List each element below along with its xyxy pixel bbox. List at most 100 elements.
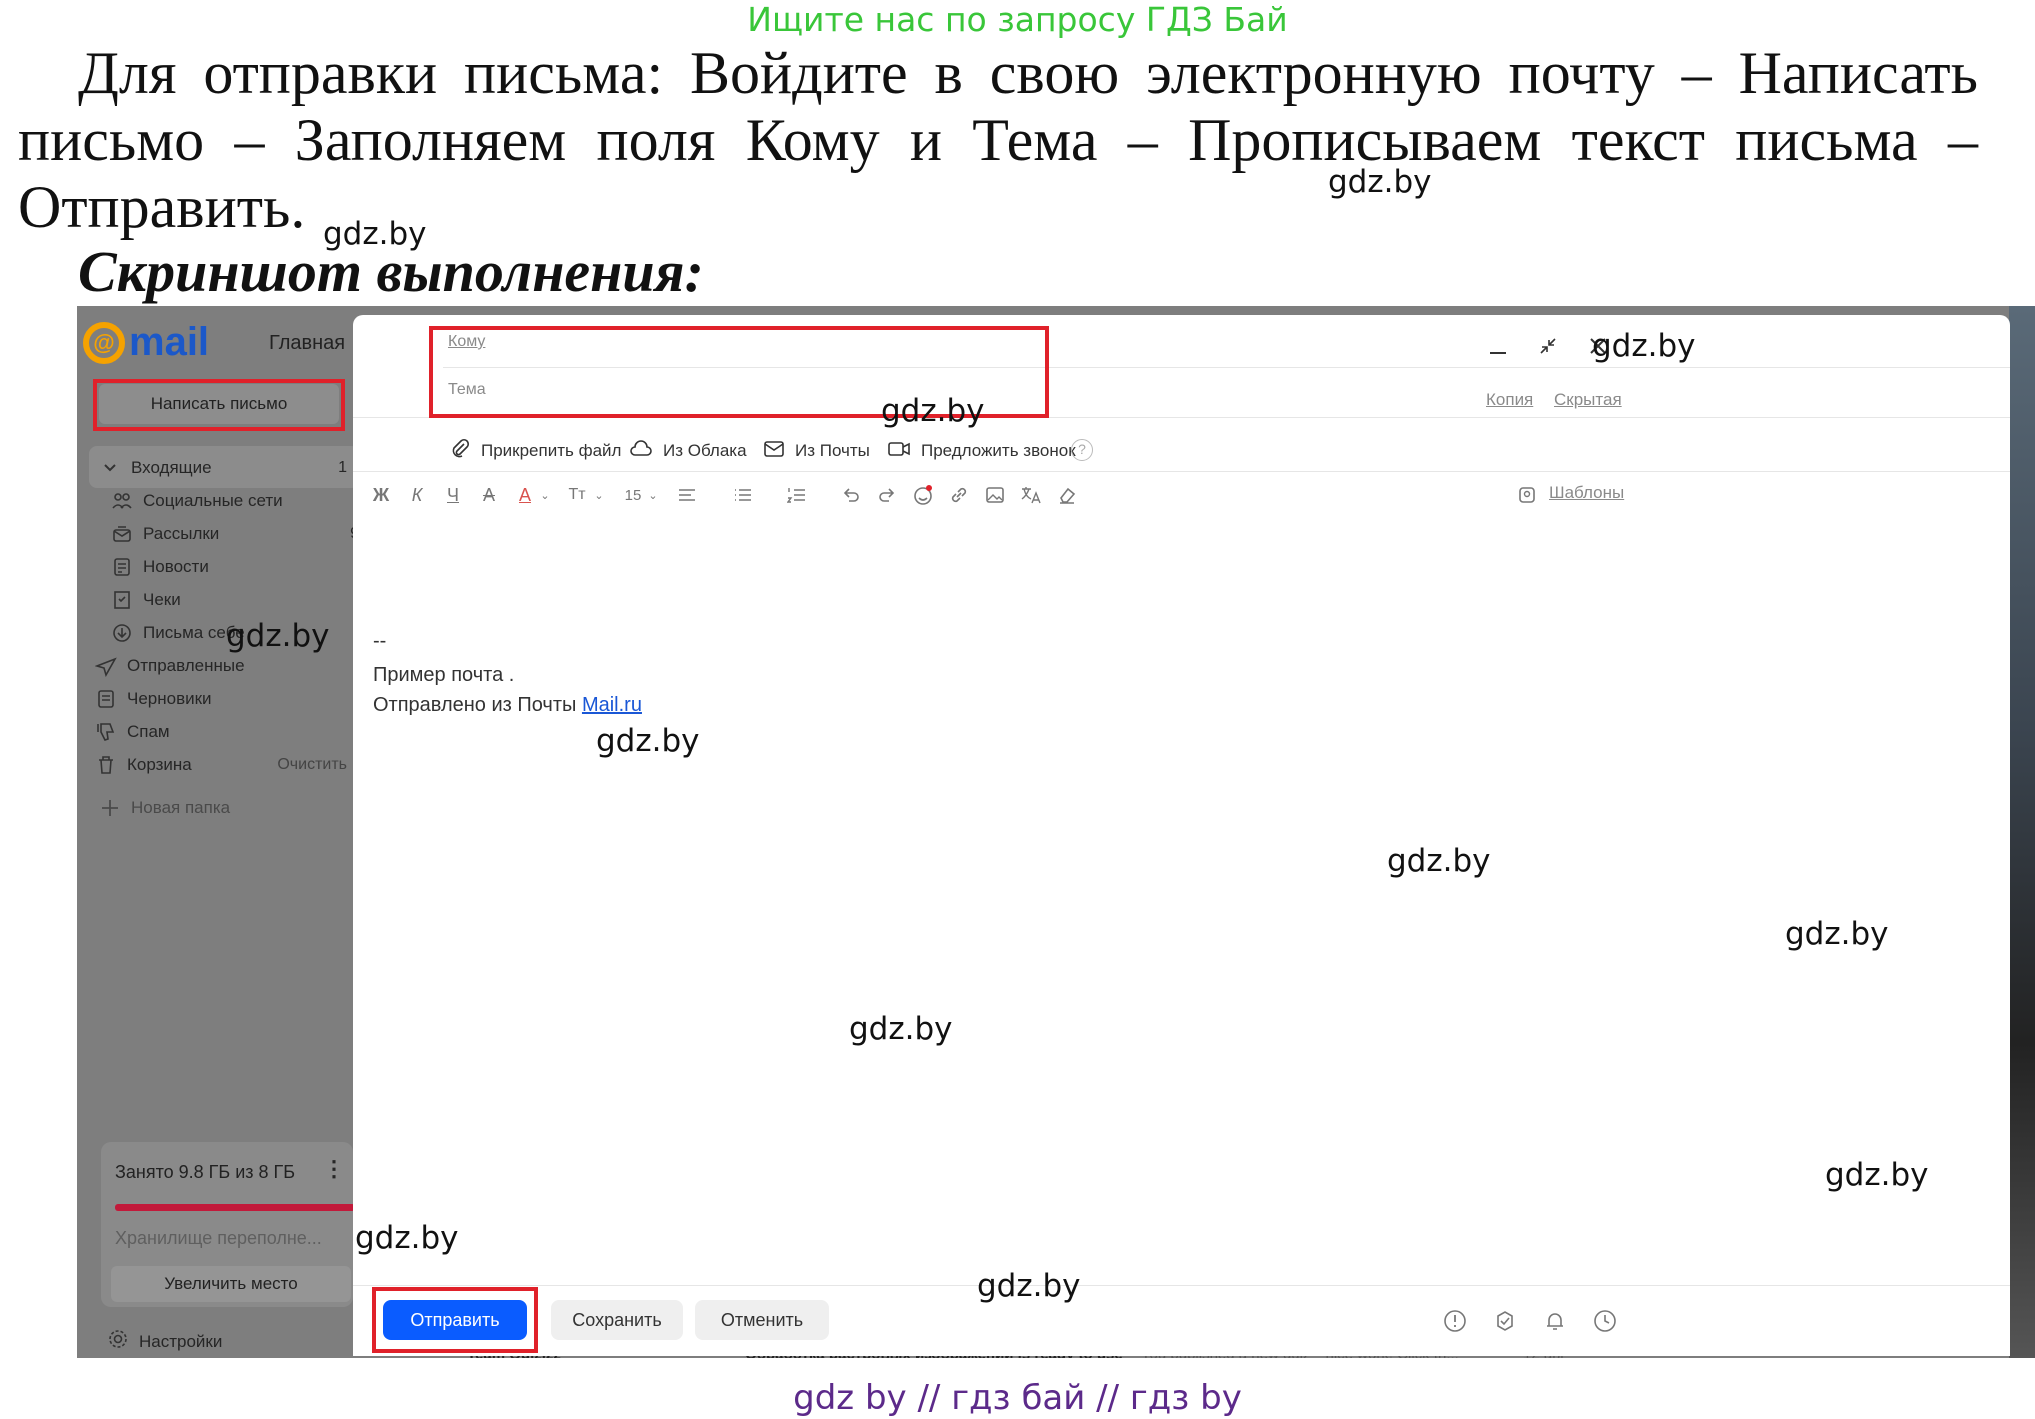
minimize-button[interactable]	[1481, 329, 1515, 363]
thumbs-down-icon	[95, 721, 117, 743]
save-button[interactable]: Сохранить	[551, 1300, 683, 1340]
schedule-button[interactable]	[1591, 1307, 1619, 1335]
clear-format-button[interactable]	[1055, 483, 1079, 507]
signature-dash: --	[373, 630, 387, 652]
folder-label: Отправленные	[127, 656, 245, 675]
send-highlight	[372, 1287, 538, 1353]
italic-button[interactable]: К	[405, 483, 429, 507]
help-icon[interactable]: ?	[1071, 439, 1093, 461]
watermark: gdz.by	[1592, 328, 1696, 364]
empty-trash-link[interactable]: Очистить	[277, 756, 347, 774]
align-button[interactable]	[675, 483, 699, 507]
from-mail-button[interactable]: Из Почты	[763, 433, 870, 469]
check-badge-icon	[1497, 1311, 1513, 1331]
people-icon	[111, 490, 133, 512]
folder-label: Спам	[127, 722, 170, 741]
link-icon	[951, 487, 967, 503]
eraser-icon	[1060, 487, 1076, 504]
from-cloud-button[interactable]: Из Облака	[629, 433, 747, 469]
background-window-strip	[2009, 306, 2035, 1358]
settings-label: Настройки	[139, 1331, 223, 1351]
sent-from-text: Отправлено из Почты	[373, 694, 582, 716]
mailru-link[interactable]: Mail.ru	[582, 694, 642, 716]
redo-icon	[879, 488, 895, 502]
storage-used: Занято 9.8 ГБ из 8 ГБ	[115, 1162, 296, 1182]
clock-icon	[1594, 1310, 1616, 1332]
suggest-call-button[interactable]: Предложить звонок	[887, 433, 1076, 469]
footer-divider	[353, 1285, 2010, 1286]
gear-icon	[107, 1328, 129, 1355]
top-note: Ищите нас по запросу ГДЗ Бай	[747, 0, 1288, 39]
draft-icon	[95, 688, 117, 710]
folder-count: 1	[338, 459, 347, 476]
storage-panel: Занято 9.8 ГБ из 8 ГБ ⋮ Хранилище перепо…	[101, 1142, 355, 1307]
translate-button[interactable]	[1019, 483, 1043, 507]
chevron-down-icon: ⌄	[648, 489, 658, 502]
collapse-button[interactable]	[1531, 329, 1565, 363]
underline-button[interactable]: Ч	[441, 483, 465, 507]
receipt-icon	[111, 589, 133, 611]
bcc-link[interactable]: Скрытая	[1554, 390, 1622, 410]
compose-highlight	[93, 379, 345, 431]
collapse-icon	[1540, 338, 1556, 354]
font-style-button[interactable]: Тт	[565, 483, 589, 507]
cloud-icon	[629, 438, 653, 465]
attach-label: Из Почты	[795, 441, 870, 460]
newsletter-icon	[111, 523, 133, 545]
settings-link[interactable]: Настройки	[107, 1328, 222, 1355]
instruction-paragraph: Для отправки письма: Войдите в свою элек…	[18, 40, 1978, 240]
chevron-down-icon: ⌄	[540, 489, 550, 502]
watermark: gdz.by	[323, 216, 427, 252]
receipt-button[interactable]	[1491, 1307, 1519, 1335]
watermark: gdz.by	[596, 723, 700, 759]
redo-button[interactable]	[875, 483, 899, 507]
mail-logo[interactable]: @ mail	[83, 320, 209, 365]
image-icon	[986, 487, 1004, 503]
important-button[interactable]	[1441, 1307, 1469, 1335]
compose-dialog: Кому Тема Копия Скрытая Прикрепить файл …	[353, 315, 2010, 1356]
align-icon	[679, 489, 695, 501]
templates-link[interactable]: Шаблоны	[1549, 483, 1624, 503]
attach-file-button[interactable]: Прикрепить файл	[449, 433, 621, 469]
undo-button[interactable]	[839, 483, 863, 507]
folder-label: Рассылки	[143, 524, 220, 543]
news-icon	[111, 556, 133, 578]
main-link[interactable]: Главная	[269, 332, 345, 355]
folder-label: Социальные сети	[143, 491, 283, 510]
folder-trash[interactable]: Корзина Очистить	[95, 745, 371, 785]
image-button[interactable]	[983, 483, 1007, 507]
plus-icon	[99, 797, 121, 819]
mail-screenshot: @ mail Главная Написать письмо Входящие …	[77, 306, 2035, 1358]
strikethrough-button[interactable]: А	[477, 483, 501, 507]
translate-icon	[1021, 487, 1041, 504]
new-folder[interactable]: Новая папка	[99, 788, 375, 828]
watermark: gdz.by	[355, 1220, 459, 1256]
chevron-down-icon	[99, 457, 121, 479]
reminder-button[interactable]	[1541, 1307, 1569, 1335]
numbered-list-button[interactable]	[785, 483, 809, 507]
attach-divider	[353, 471, 2010, 472]
more-icon[interactable]: ⋮	[323, 1156, 345, 1182]
templates-icon	[1515, 483, 1539, 507]
link-button[interactable]	[947, 483, 971, 507]
emoji-button[interactable]	[911, 483, 935, 507]
chevron-down-icon: ⌄	[594, 489, 604, 502]
watermark: gdz.by	[881, 393, 985, 429]
increase-storage-button[interactable]: Увеличить место	[111, 1266, 351, 1302]
attach-label: Прикрепить файл	[481, 441, 622, 460]
watermark: gdz.by	[849, 1011, 953, 1047]
trash-icon	[95, 754, 117, 776]
cc-link[interactable]: Копия	[1486, 390, 1533, 410]
cancel-button[interactable]: Отменить	[695, 1300, 829, 1340]
bold-button[interactable]: Ж	[369, 483, 393, 507]
message-body[interactable]	[353, 515, 2010, 1285]
watermark: gdz.by	[1387, 843, 1491, 879]
attach-label: Из Облака	[663, 441, 747, 460]
watermark: gdz.by	[1785, 916, 1889, 952]
minimize-icon	[1490, 352, 1506, 354]
list-button[interactable]	[731, 483, 755, 507]
undo-icon	[843, 488, 859, 502]
folder-label: Входящие	[131, 458, 212, 477]
watermark: gdz.by	[977, 1268, 1081, 1304]
storage-warning: Хранилище переполне...	[115, 1228, 322, 1248]
